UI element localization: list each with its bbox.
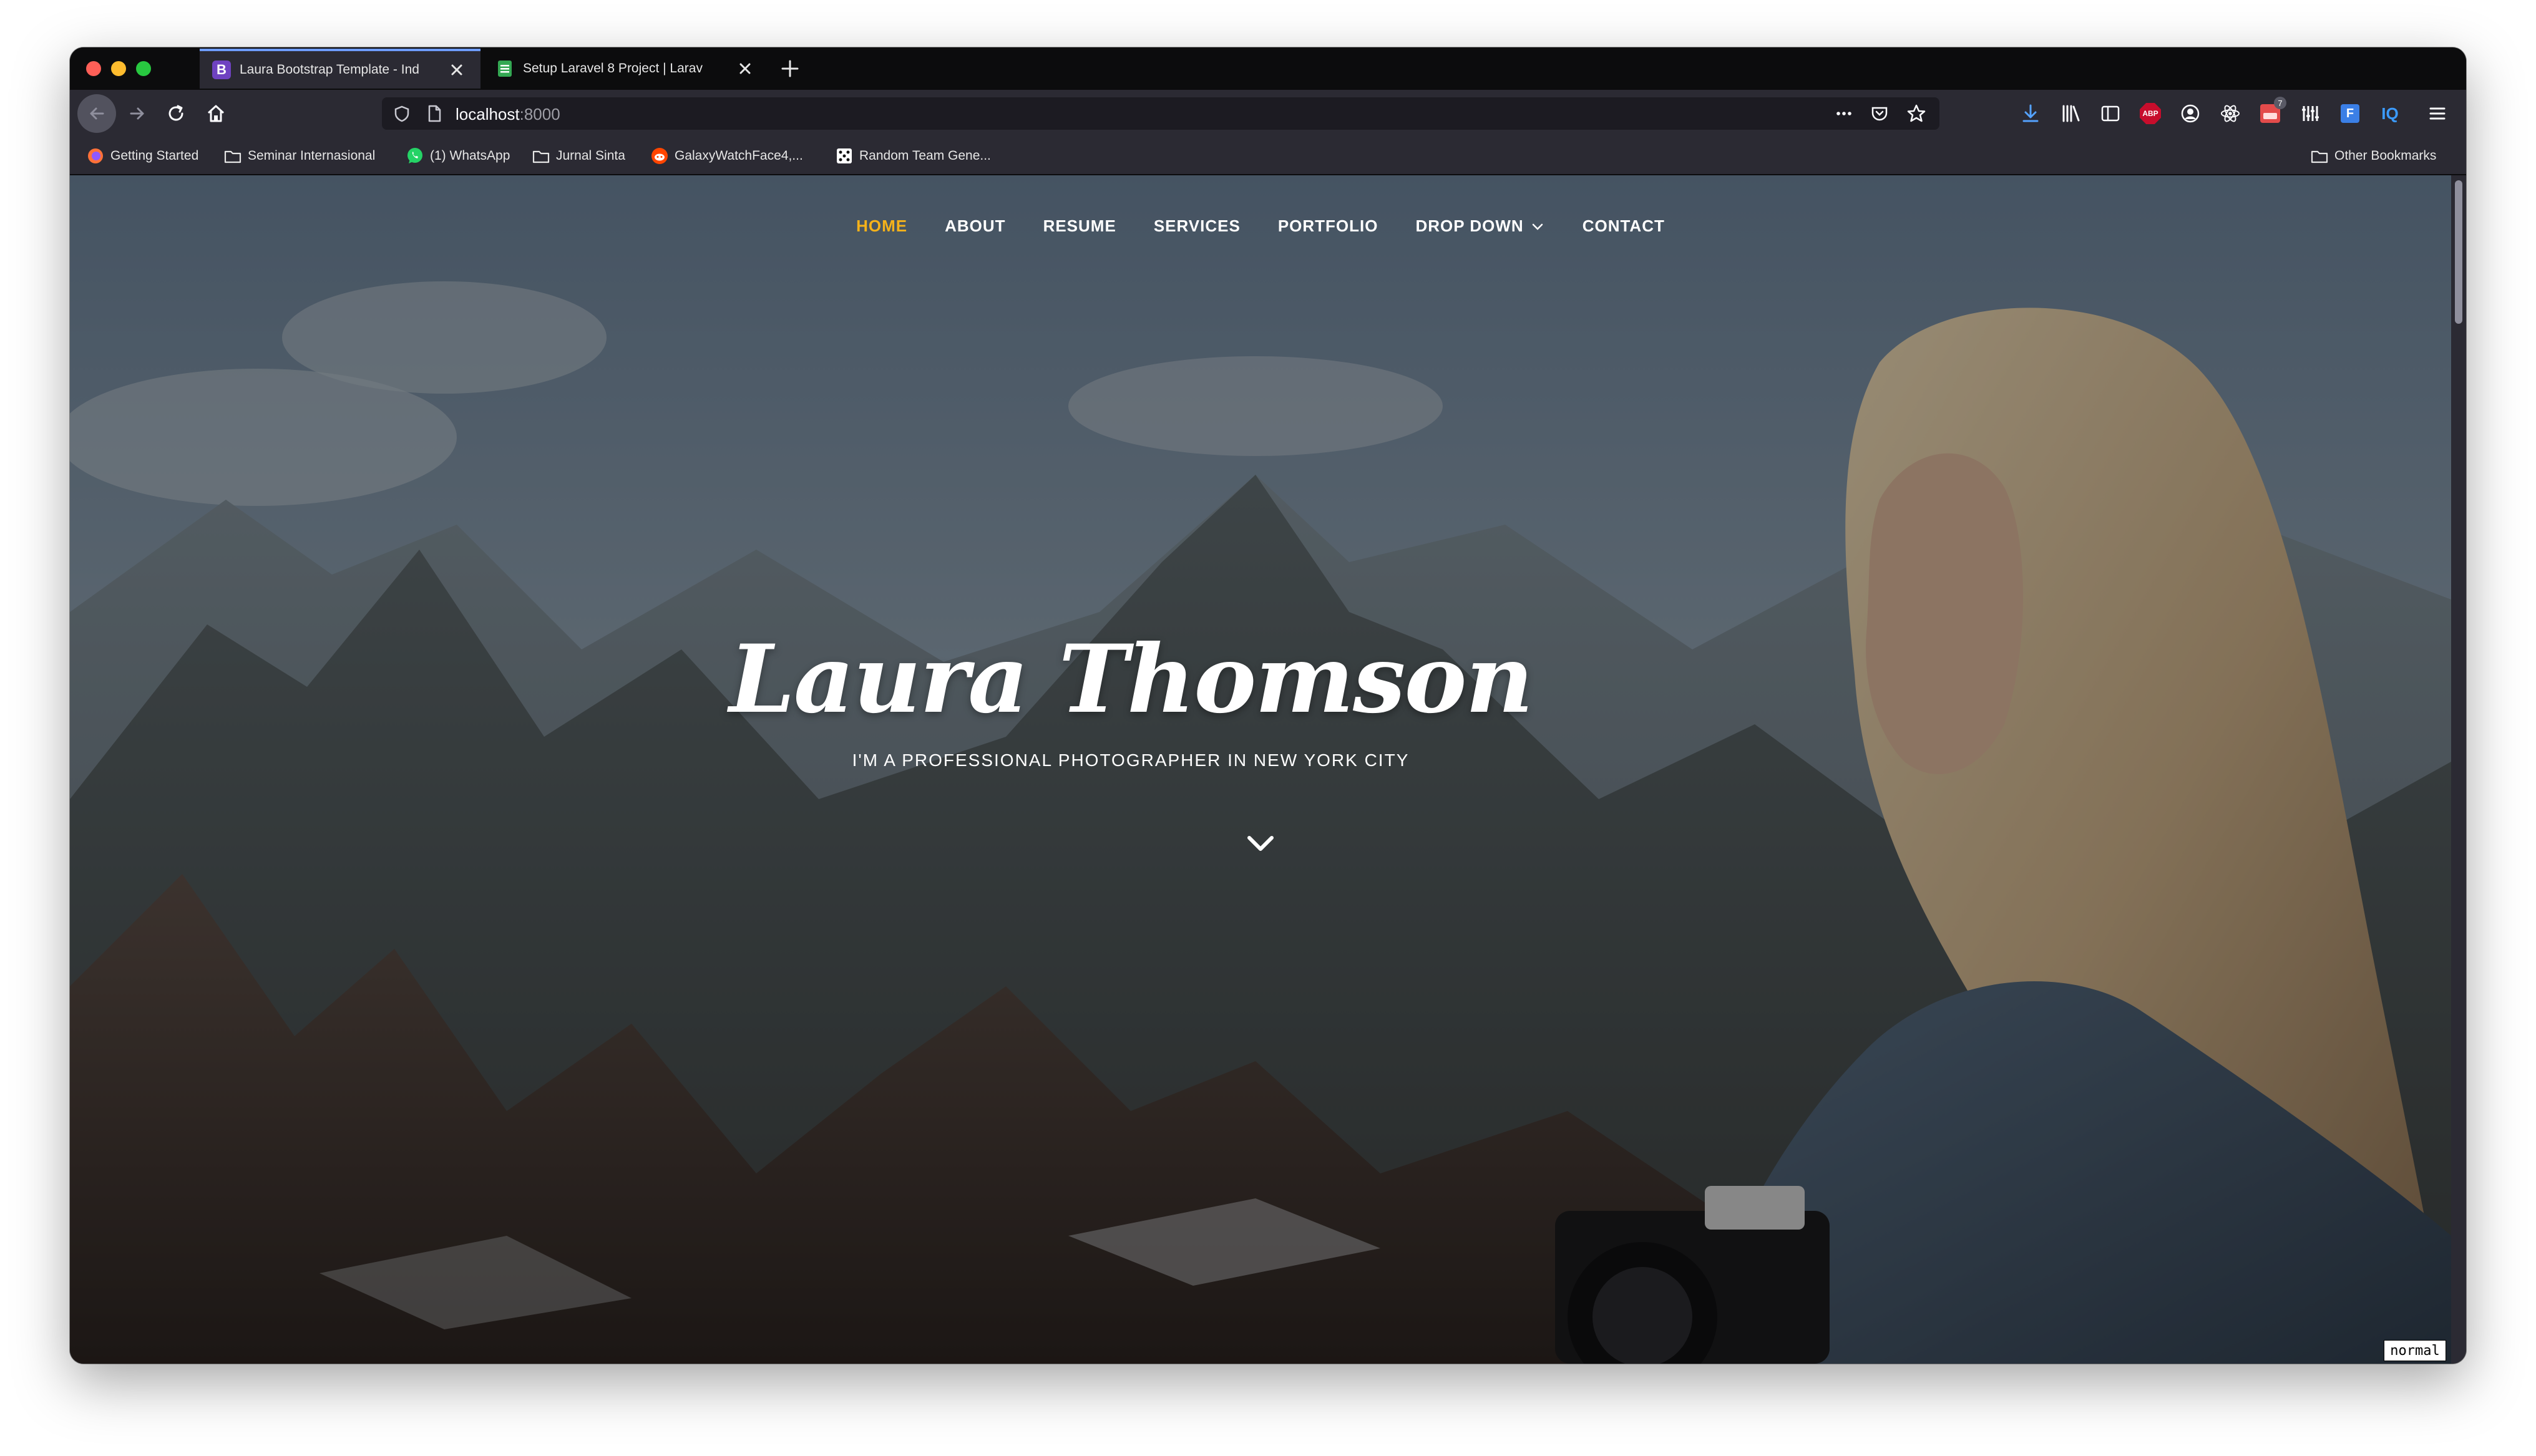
calendar-extension-icon[interactable]: 7 (2259, 97, 2286, 125)
library-icon[interactable] (2059, 102, 2082, 125)
new-tab-icon[interactable] (778, 56, 802, 81)
folder-icon (2311, 150, 2328, 163)
nav-contact[interactable]: CONTACT (1583, 216, 1665, 236)
reload-icon (168, 105, 183, 121)
nav-about[interactable]: ABOUT (945, 216, 1005, 236)
forward-button[interactable] (122, 99, 152, 129)
shield-icon[interactable] (393, 105, 411, 122)
f-extension-icon[interactable]: F (2339, 102, 2361, 125)
page-scrollbar[interactable] (2451, 175, 2466, 1364)
tab-title: Laura Bootstrap Template - Ind (240, 62, 419, 77)
menu-icon[interactable] (2426, 102, 2449, 125)
folder-icon (532, 150, 550, 163)
bookmark-label: (1) WhatsApp (430, 148, 510, 163)
nav-services[interactable]: SERVICES (1154, 216, 1241, 236)
home-button[interactable] (201, 99, 231, 129)
navigation-toolbar: localhost:8000 ABP 7 F IQ (70, 90, 2466, 137)
browser-window: B Laura Bootstrap Template - Ind Setup L… (70, 47, 2466, 1364)
other-bookmarks[interactable]: Other Bookmarks (2310, 146, 2436, 166)
site-nav: HOME ABOUT RESUME SERVICES PORTFOLIO DRO… (70, 216, 2451, 236)
scrollbar-thumb[interactable] (2455, 180, 2462, 324)
page-icon[interactable] (426, 104, 443, 123)
home-icon (207, 105, 225, 122)
tab-title: Setup Laravel 8 Project | Larav (523, 61, 703, 75)
bookmark-getting-started[interactable]: Getting Started (86, 146, 198, 166)
adblock-plus-icon[interactable]: ABP (2139, 102, 2162, 125)
back-button[interactable] (77, 94, 116, 133)
more-dots-icon[interactable] (1835, 105, 1853, 122)
bookmark-label: Other Bookmarks (2334, 148, 2437, 163)
folder-icon (224, 150, 241, 163)
bookmark-jurnal-sinta[interactable]: Jurnal Sinta (532, 146, 625, 166)
mode-badge: normal (2384, 1340, 2446, 1361)
bookmark-seminar-internasional[interactable]: Seminar Internasional (223, 146, 375, 166)
tab-laura-template[interactable]: B Laura Bootstrap Template - Ind (200, 49, 480, 89)
window-close-button[interactable] (86, 61, 101, 76)
bookmark-label: GalaxyWatchFace4,... (675, 148, 803, 163)
extension-badge: 7 (2274, 97, 2286, 109)
bookmark-label: Random Team Gene... (859, 148, 991, 163)
nav-drop-down[interactable]: DROP DOWN (1416, 216, 1545, 236)
close-icon[interactable] (446, 59, 468, 81)
hero-name: Laura Thomson (729, 624, 1533, 734)
bookmark-galaxywatchface[interactable]: GalaxyWatchFace4,... (650, 146, 803, 166)
pocket-icon[interactable] (1870, 104, 1890, 124)
adblock-plus-label: ABP (2140, 103, 2161, 124)
hero-subtitle: I'M A PROFESSIONAL PHOTOGRAPHER IN NEW Y… (852, 750, 1410, 770)
nav-drop-down-label: DROP DOWN (1415, 216, 1524, 235)
sheet-favicon-icon (498, 61, 512, 77)
bookmark-label: Getting Started (110, 148, 199, 163)
account-icon[interactable] (2179, 102, 2202, 125)
url-port: :8000 (519, 105, 560, 124)
window-maximize-button[interactable] (136, 61, 151, 76)
tab-strip: B Laura Bootstrap Template - Ind Setup L… (70, 47, 2466, 90)
equalizer-icon[interactable] (2299, 102, 2321, 125)
download-icon[interactable] (2019, 102, 2042, 125)
arrow-left-icon (90, 107, 104, 120)
arrow-right-icon (130, 107, 144, 120)
chevron-down-icon (1532, 223, 1543, 230)
reddit-icon (651, 148, 668, 164)
tab-laravel-setup[interactable]: Setup Laravel 8 Project | Larav (483, 49, 769, 89)
bookmarks-toolbar: Getting Started Seminar Internasional (1… (70, 137, 2466, 175)
bookmark-random-team-generator[interactable]: Random Team Gene... (835, 146, 991, 166)
address-bar[interactable]: localhost:8000 (382, 97, 1939, 130)
react-devtools-icon[interactable] (2219, 102, 2241, 125)
reload-button[interactable] (161, 99, 191, 129)
bootstrap-favicon-icon: B (212, 61, 231, 79)
url-text[interactable]: localhost:8000 (456, 105, 560, 124)
nav-resume[interactable]: RESUME (1043, 216, 1116, 236)
star-icon[interactable] (1906, 103, 1927, 124)
hero-section: HOME ABOUT RESUME SERVICES PORTFOLIO DRO… (70, 175, 2451, 1364)
iq-extension-icon[interactable]: IQ (2379, 102, 2401, 125)
bookmark-label: Jurnal Sinta (556, 148, 625, 163)
bookmark-label: Seminar Internasional (248, 148, 376, 163)
bookmark-whatsapp[interactable]: (1) WhatsApp (406, 146, 510, 166)
whatsapp-icon (407, 148, 422, 163)
window-minimize-button[interactable] (111, 61, 126, 76)
firefox-icon (88, 148, 103, 163)
dice-icon (837, 148, 852, 163)
scroll-down-chevron-icon[interactable] (1241, 829, 1280, 859)
close-icon[interactable] (734, 57, 756, 80)
url-host: localhost (456, 105, 520, 124)
nav-home[interactable]: HOME (856, 216, 907, 236)
sidebar-icon[interactable] (2099, 102, 2122, 125)
nav-portfolio[interactable]: PORTFOLIO (1278, 216, 1378, 236)
